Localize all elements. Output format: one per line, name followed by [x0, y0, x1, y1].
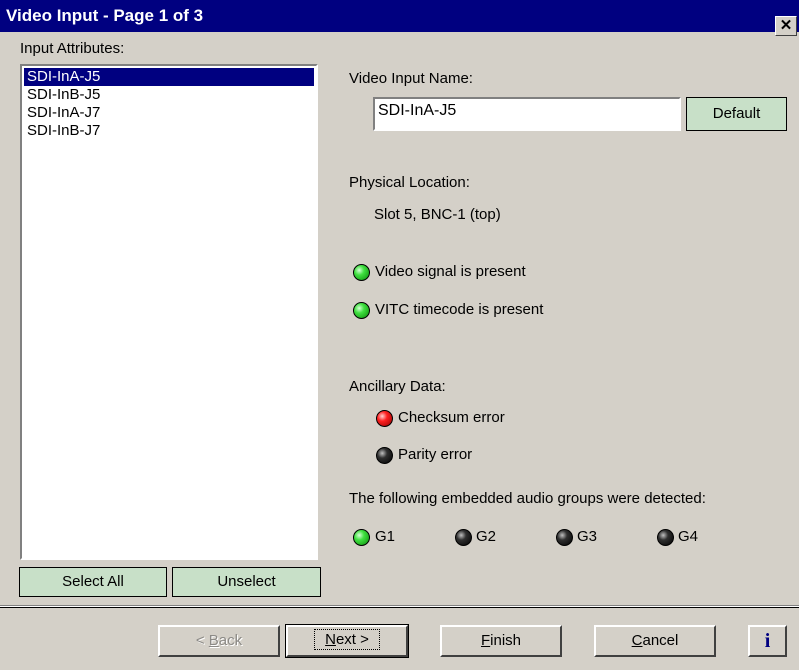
unselect-button[interactable]: Unselect	[172, 567, 321, 597]
checksum-indicator-icon	[376, 410, 393, 427]
audio-group-indicator-icon	[657, 529, 674, 546]
info-button[interactable]: i	[748, 625, 787, 657]
audio-group-indicator-icon	[556, 529, 573, 546]
cancel-button[interactable]: Cancel	[594, 625, 716, 657]
next-button[interactable]: Next >	[285, 624, 409, 658]
title-bar: Video Input - Page 1 of 3 ✕	[0, 0, 799, 36]
finish-button-accel: F	[480, 632, 491, 649]
close-icon: ✕	[779, 17, 793, 34]
audio-group-label: G3	[577, 528, 598, 545]
audio-group-indicator-icon	[455, 529, 472, 546]
audio-group-indicator-icon	[353, 529, 370, 546]
list-item[interactable]: SDI-InA-J5	[24, 68, 314, 86]
physical-location-label: Physical Location:	[349, 174, 470, 191]
back-button-prefix: <	[195, 632, 209, 649]
list-item[interactable]: SDI-InB-J7	[24, 122, 314, 140]
video-signal-indicator-icon	[353, 264, 370, 281]
audio-group-label: G1	[375, 528, 396, 545]
next-button-label: ext >	[335, 631, 369, 648]
close-button[interactable]: ✕	[775, 16, 797, 36]
video-signal-status: Video signal is present	[375, 263, 526, 280]
list-item[interactable]: SDI-InB-J5	[24, 86, 314, 104]
input-attributes-label: Input Attributes:	[20, 40, 125, 57]
info-icon: i	[764, 630, 771, 652]
finish-button-label: inish	[490, 632, 522, 649]
back-button[interactable]: < Back	[158, 625, 280, 657]
checksum-status: Checksum error	[398, 409, 505, 426]
next-button-focus: Next >	[314, 629, 380, 650]
back-button-accel: B	[208, 632, 219, 649]
window-title: Video Input - Page 1 of 3	[6, 6, 204, 25]
parity-indicator-icon	[376, 447, 393, 464]
cancel-button-label: ancel	[642, 632, 679, 649]
input-attributes-list[interactable]: SDI-InA-J5 SDI-InB-J5 SDI-InA-J7 SDI-InB…	[20, 64, 318, 560]
select-all-button[interactable]: Select All	[19, 567, 167, 597]
list-item[interactable]: SDI-InA-J7	[24, 104, 314, 122]
audio-group-label: G2	[476, 528, 497, 545]
default-button[interactable]: Default	[686, 97, 787, 131]
audio-group-label: G4	[678, 528, 699, 545]
audio-groups-label: The following embedded audio groups were…	[349, 490, 706, 507]
physical-location-value: Slot 5, BNC-1 (top)	[374, 206, 501, 223]
video-input-name-field[interactable]: SDI-InA-J5	[373, 97, 681, 131]
footer-separator-shadow	[0, 607, 799, 608]
video-input-name-label: Video Input Name:	[349, 70, 473, 87]
vitc-status: VITC timecode is present	[375, 301, 544, 318]
ancillary-data-label: Ancillary Data:	[349, 378, 446, 395]
parity-status: Parity error	[398, 446, 473, 463]
finish-button[interactable]: Finish	[440, 625, 562, 657]
cancel-button-accel: C	[631, 632, 643, 649]
next-button-accel: N	[325, 631, 336, 648]
back-button-label: ack	[218, 632, 243, 649]
vitc-indicator-icon	[353, 302, 370, 319]
